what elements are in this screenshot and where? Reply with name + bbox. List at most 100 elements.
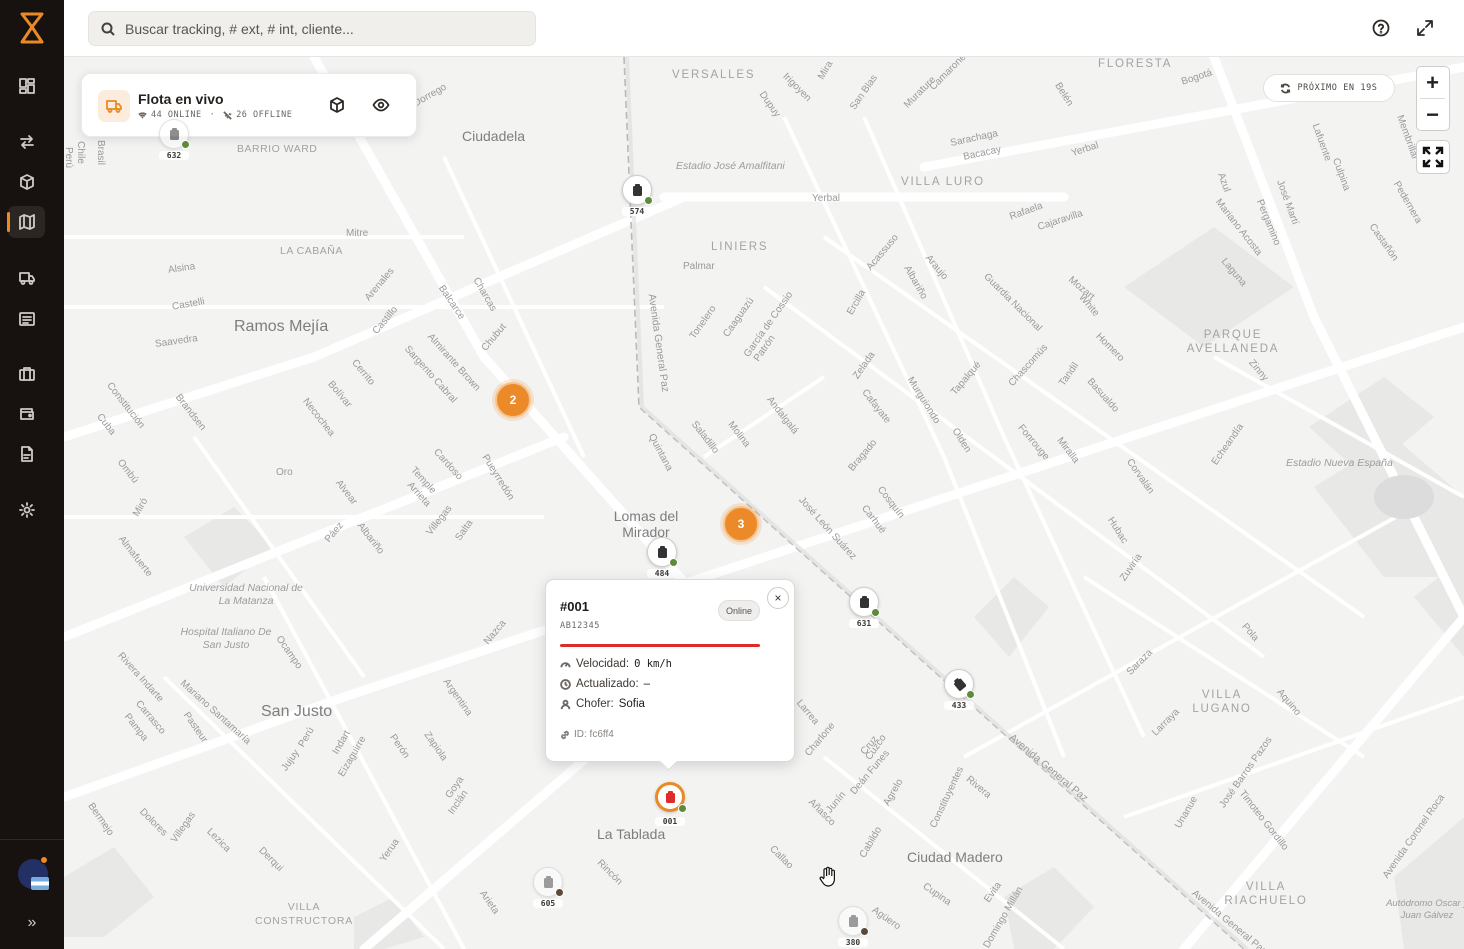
neighborhood-label: VERSALLES: [672, 69, 756, 81]
vehicle-id-label: 605: [533, 899, 563, 908]
vehicle-marker[interactable]: 484: [647, 537, 678, 581]
status-online-dot: [966, 690, 975, 699]
neighborhood-label: LA CABAÑA: [280, 245, 343, 257]
popup-id: ID: fc6ff4: [560, 729, 614, 740]
street-label: Perú: [64, 146, 75, 169]
truck-icon: [666, 791, 675, 803]
vehicle-marker[interactable]: 433: [944, 669, 975, 713]
neighborhood-label: VILLA LURO: [901, 176, 985, 188]
sidebar-item-reports[interactable]: [8, 438, 45, 470]
truck-icon: [849, 915, 858, 927]
sidebar-item-transfers[interactable]: [8, 126, 45, 158]
truck-icon: [106, 100, 122, 113]
box-icon: [19, 174, 34, 190]
sidebar-collapse-button[interactable]: »: [20, 911, 44, 935]
help-icon: [1372, 19, 1390, 37]
sidebar-divider: [0, 839, 64, 840]
fleet-icon-box: [98, 90, 130, 122]
vehicle-marker[interactable]: 631: [849, 587, 880, 631]
city-label: Ramos Mejía: [234, 318, 329, 335]
truck-icon: [170, 128, 179, 140]
search-box[interactable]: [88, 11, 536, 46]
flag-icon: [31, 877, 49, 890]
sidebar-item-map[interactable]: [7, 206, 45, 238]
vehicle-id-label: 433: [944, 701, 974, 710]
popup-close-button[interactable]: ×: [767, 587, 789, 609]
fleet-panel: Flota en vivo 44 ONLINE · 26 OFFLINE: [81, 73, 417, 137]
street-label: Brasil: [95, 139, 107, 166]
map-fullscreen-button[interactable]: [1416, 140, 1450, 174]
sidebar-item-business[interactable]: [8, 358, 45, 390]
refresh-countdown-badge[interactable]: PRÓXIMO EN 19S: [1263, 74, 1395, 102]
eye-icon: [372, 98, 390, 112]
sidebar-item-wallet[interactable]: [8, 398, 45, 430]
truck-icon: [954, 678, 966, 691]
status-offline-dot: [860, 927, 869, 936]
search-input[interactable]: [125, 12, 525, 45]
search-icon: [101, 22, 115, 36]
neighborhood-label: BARRIO WARD: [237, 143, 318, 155]
map-icon: [18, 214, 35, 230]
sidebar-item-dashboard[interactable]: [8, 70, 45, 102]
grid-icon: [18, 78, 35, 94]
sidebar-item-fleet[interactable]: [8, 262, 45, 294]
stats-separator: ·: [209, 110, 216, 120]
neighborhood-label: FLORESTA: [1098, 58, 1173, 70]
vehicle-id-label: 574: [622, 207, 652, 216]
city-label: La Tablada: [597, 826, 666, 842]
vehicle-marker[interactable]: 380: [838, 906, 869, 949]
zoom-in-button[interactable]: +: [1417, 67, 1448, 98]
notification-dot: [40, 856, 48, 864]
help-button[interactable]: [1371, 18, 1391, 38]
street-label: Yerbal: [812, 193, 840, 204]
sidebar-item-packages[interactable]: [8, 166, 45, 198]
status-badge: Online: [718, 600, 760, 621]
briefcase-icon: [18, 367, 35, 381]
vehicle-marker-selected[interactable]: 001: [655, 782, 687, 826]
status-online-dot: [644, 196, 653, 205]
speed-value: 0 km/h: [634, 658, 673, 670]
driver-label: Chofer:: [576, 698, 614, 710]
neighborhood-label: PARQUE AVELLANEDA: [1186, 329, 1280, 355]
visibility-button[interactable]: [372, 96, 392, 116]
sidebar: »: [0, 0, 64, 949]
vehicle-marker[interactable]: 605: [533, 867, 564, 911]
poi-label: Autódromo Oscar y Juan Gálvez: [1386, 898, 1464, 921]
vehicle-id-label: 380: [838, 938, 868, 947]
top-bar: [64, 0, 1464, 57]
file-icon: [20, 446, 33, 462]
status-online-dot: [669, 558, 678, 567]
vehicle-id-label: 631: [849, 619, 879, 628]
cube-icon: [330, 97, 344, 113]
updated-value: –: [643, 678, 651, 690]
brand-logo[interactable]: [18, 12, 46, 44]
wifi-icon: [138, 111, 147, 119]
expand-button[interactable]: [1415, 18, 1435, 38]
vehicle-cluster[interactable]: 2: [495, 382, 531, 418]
vehicle-cluster[interactable]: 3: [723, 506, 759, 542]
sidebar-item-documents[interactable]: [8, 303, 45, 335]
neighborhood-label: VILLA RIACHUELO: [1224, 881, 1308, 907]
city-label: San Justo: [261, 703, 333, 720]
driver-value: Sofia: [618, 698, 645, 710]
sidebar-item-settings[interactable]: [8, 494, 45, 526]
wallet-icon: [19, 408, 34, 420]
cube-view-button[interactable]: [328, 96, 348, 116]
map-canvas[interactable]: VERSALLES FLORESTA BARRIO WARD LA CABAÑA…: [64, 57, 1464, 949]
street-label: Palmar: [683, 261, 715, 272]
vehicle-id-text: ID: fc6ff4: [574, 729, 614, 740]
truck-icon: [633, 184, 642, 196]
status-online-dot: [871, 608, 880, 617]
wifi-off-icon: [223, 110, 232, 120]
zoom-out-button[interactable]: −: [1417, 99, 1448, 130]
vehicle-marker[interactable]: 574: [622, 175, 653, 219]
clock-icon: [560, 678, 571, 690]
poi-label: Universidad Nacional de La Matanza: [189, 582, 303, 607]
street-label: Oro: [276, 467, 293, 478]
refresh-icon: [1281, 83, 1291, 93]
popup-speed-row: Velocidad: 0 km/h: [560, 658, 672, 670]
fleet-title: Flota en vivo: [138, 91, 224, 107]
vehicle-id-label: 632: [159, 151, 189, 160]
vehicle-marker[interactable]: 632: [159, 119, 190, 163]
gear-icon: [18, 502, 35, 518]
